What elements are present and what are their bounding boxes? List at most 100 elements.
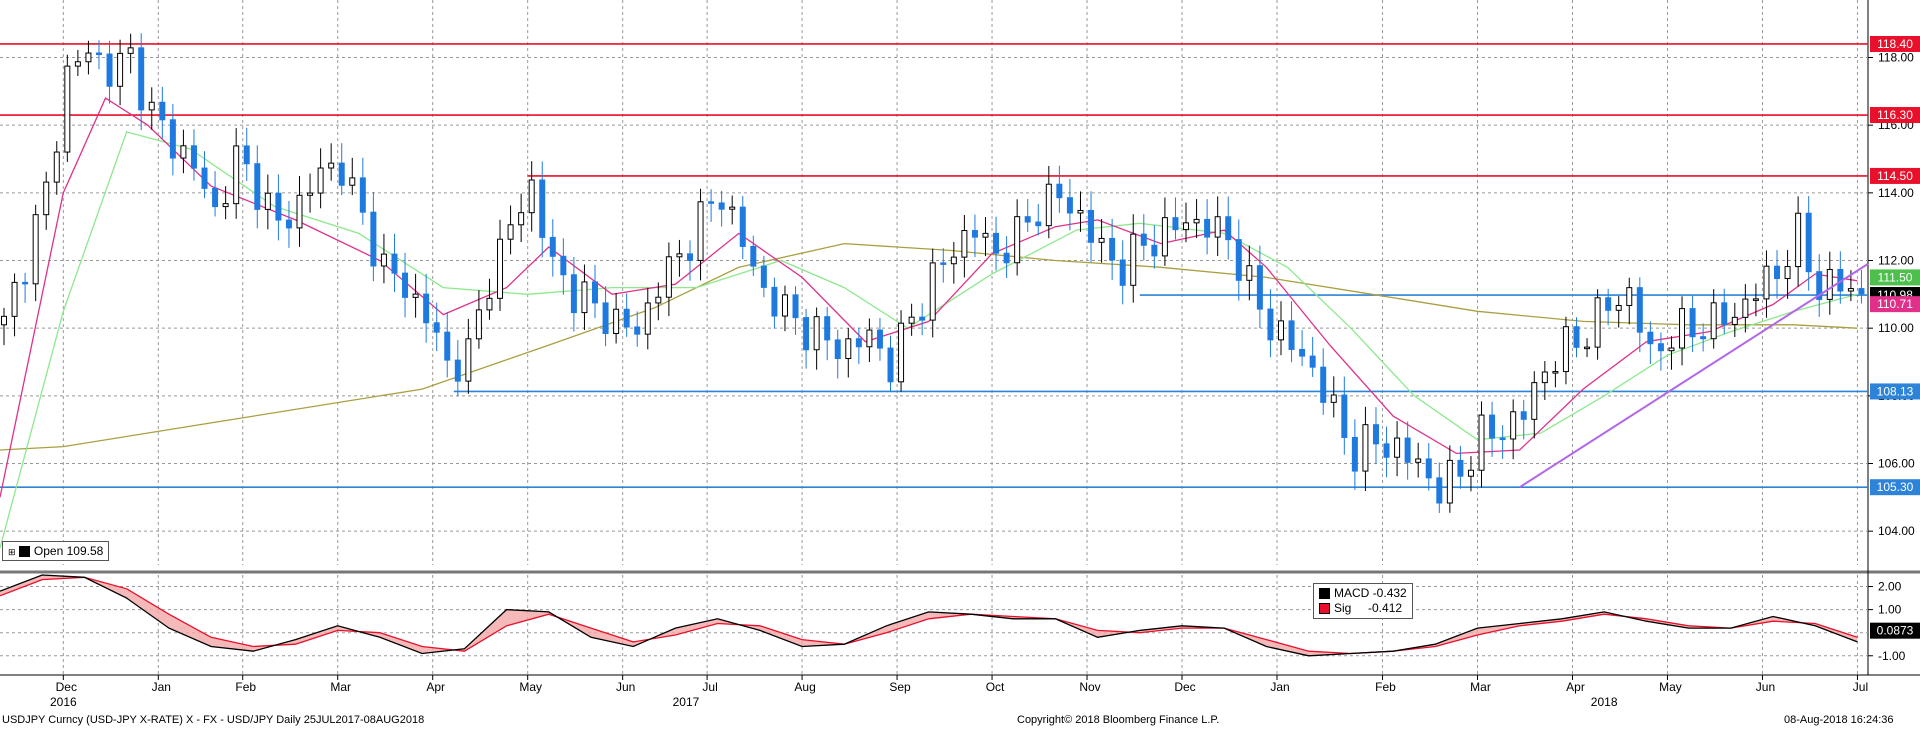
macd-y-tick-label: -1.00 <box>1878 649 1906 663</box>
candle-body <box>486 297 493 311</box>
x-month-label: Mar <box>1470 680 1491 694</box>
candle-body <box>1657 343 1664 352</box>
x-month-label: Dec <box>1174 680 1195 694</box>
candle-body <box>739 206 746 247</box>
candle-body <box>85 52 92 63</box>
candle-body <box>1256 265 1263 310</box>
candle-body <box>1151 244 1158 257</box>
sig-label: Sig <box>1334 601 1352 615</box>
candle-body <box>760 265 767 288</box>
candle-body <box>74 61 81 67</box>
candle-body <box>338 162 345 186</box>
candle-body <box>1605 297 1612 311</box>
candle-body <box>718 202 725 210</box>
candle-body <box>1351 436 1358 472</box>
candle-body <box>570 274 577 314</box>
candle-body <box>106 53 113 87</box>
x-month-label: May <box>519 680 542 694</box>
candle-body <box>264 192 271 210</box>
candle-body <box>1679 308 1686 349</box>
candle-body <box>1541 371 1548 384</box>
candle-body <box>127 47 134 54</box>
candle-body <box>1235 239 1242 281</box>
candle-body <box>1140 233 1147 246</box>
candle-body <box>1636 287 1643 333</box>
candle-body <box>1098 237 1105 243</box>
candle-body <box>539 179 546 238</box>
candle-body <box>919 316 926 321</box>
y-tick-label: 106.00 <box>1878 457 1915 471</box>
legend-expand-icon[interactable]: ⊞ <box>8 547 16 557</box>
candle-body <box>1014 216 1021 264</box>
candle-body <box>1520 411 1527 420</box>
macd-legend: MACD -0.432 Sig -0.412 <box>1313 583 1413 619</box>
candle-body <box>781 294 788 317</box>
candle-body <box>180 145 187 159</box>
candle-body <box>961 230 968 258</box>
candle-body <box>1267 308 1274 341</box>
candle-body <box>201 167 208 189</box>
candle-body <box>1774 265 1781 280</box>
candle-body <box>1489 414 1496 439</box>
candle-body <box>1161 217 1168 257</box>
candle-body <box>1330 394 1337 403</box>
candle-body <box>549 236 556 257</box>
price-tag-label: 116.30 <box>1877 108 1913 122</box>
candle-body <box>1130 233 1137 286</box>
candle-body <box>1752 298 1759 301</box>
candle-body <box>1214 216 1221 238</box>
candle-body <box>1562 326 1569 373</box>
y-tick-label: 110.00 <box>1878 321 1914 335</box>
price-tag-label: 105.30 <box>1877 480 1914 494</box>
candle-body <box>1700 336 1707 340</box>
candle-body <box>1109 237 1116 261</box>
x-month-label: Oct <box>986 680 1005 694</box>
candle-body <box>1299 348 1306 357</box>
candle-body <box>1647 331 1654 345</box>
candle-body <box>1531 382 1538 420</box>
candle-body <box>898 322 905 383</box>
candle-body <box>982 232 989 238</box>
candle-body <box>1309 355 1316 368</box>
x-month-label: Dec <box>56 680 77 694</box>
candle-body <box>359 177 366 213</box>
candle-body <box>1024 216 1031 223</box>
candle-body <box>370 211 377 267</box>
footer-copyright: Copyright© 2018 Bloomberg Finance L.P. <box>1017 714 1220 726</box>
candle-body <box>1552 371 1559 374</box>
x-year-label: 2017 <box>673 695 700 709</box>
candle-body <box>750 245 757 267</box>
candle-body <box>1362 424 1369 472</box>
candle-body <box>1341 394 1348 438</box>
candle-body <box>1045 183 1052 227</box>
candle-body <box>887 347 894 383</box>
legend-open-swatch <box>18 546 30 558</box>
x-month-label: Jun <box>1756 680 1775 694</box>
candle-body <box>855 338 862 348</box>
candle-body <box>1119 259 1126 286</box>
candle-body <box>993 232 1000 254</box>
candle-body <box>1415 458 1422 463</box>
candle-body <box>32 214 39 285</box>
x-month-label: Aug <box>794 680 815 694</box>
candle-body <box>1847 288 1854 292</box>
candle-body <box>233 145 240 205</box>
candle-body <box>518 212 525 226</box>
candle-body <box>1478 414 1485 471</box>
x-month-label: Mar <box>330 680 351 694</box>
x-month-label: Nov <box>1079 680 1100 694</box>
candle-body <box>1668 347 1675 352</box>
candle-body <box>1436 477 1443 504</box>
candle-body <box>834 339 841 360</box>
candle-body <box>1615 305 1622 311</box>
y-tick-label: 112.00 <box>1878 254 1914 268</box>
y-tick-label: 104.00 <box>1878 524 1915 538</box>
candle-body <box>1826 268 1833 300</box>
candle-body <box>454 359 461 382</box>
candle-body <box>1858 288 1865 295</box>
candle-body <box>1394 437 1401 458</box>
candle-body <box>581 281 588 314</box>
candle-body <box>803 317 810 351</box>
candle-body <box>53 151 60 183</box>
candle-body <box>1742 298 1749 318</box>
